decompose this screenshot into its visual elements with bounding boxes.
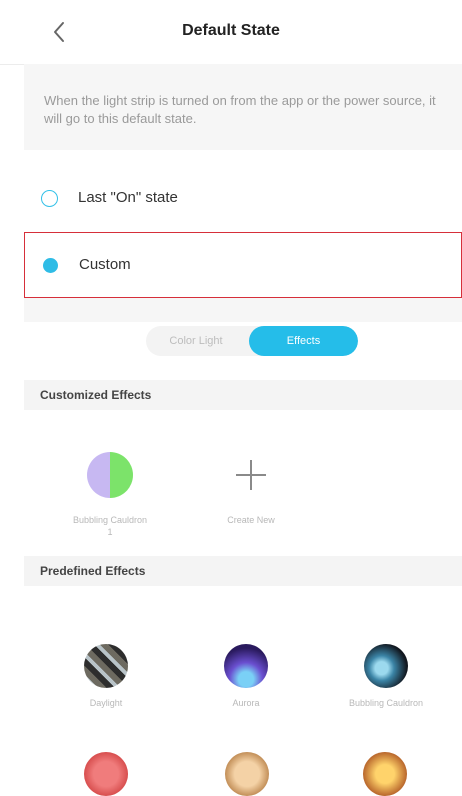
divider-band: [24, 298, 462, 322]
effect-label: Bubbling Cauldron 1: [72, 515, 148, 537]
radio-selected-icon[interactable]: [43, 258, 58, 273]
default-state-screen: Default State When the light strip is tu…: [0, 0, 462, 796]
description-panel: When the light strip is turned on from t…: [24, 64, 462, 150]
daylight-icon: [84, 644, 128, 688]
effect-label: Aurora: [232, 698, 260, 708]
predefined-effect-aurora[interactable]: Aurora: [186, 644, 306, 708]
option-last-on-state[interactable]: Last "On" state: [24, 166, 462, 233]
bubbling-cauldron-icon: [364, 644, 408, 688]
predefined-effects-header: Predefined Effects: [24, 556, 462, 586]
page-title: Default State: [182, 22, 280, 39]
description-text: When the light strip is turned on from t…: [44, 93, 436, 126]
predefined-effect-daylight[interactable]: Daylight: [46, 644, 166, 708]
header-bar: Default State: [0, 0, 462, 65]
predefined-effect-partial-2[interactable]: [225, 752, 269, 796]
custom-effect-bubbling-cauldron-1[interactable]: Bubbling Cauldron 1: [72, 452, 148, 538]
effect-type-segmented-control[interactable]: Color Light Effects: [146, 326, 358, 356]
option-label: Custom: [79, 256, 131, 273]
predefined-effect-partial-1[interactable]: [84, 752, 128, 796]
effect-label: Create New: [227, 515, 275, 525]
segment-effects[interactable]: Effects: [249, 326, 358, 356]
option-custom[interactable]: Custom: [24, 232, 462, 298]
aurora-icon: [224, 644, 268, 688]
create-new-effect-button[interactable]: Create New: [208, 452, 294, 526]
segment-color-light[interactable]: Color Light: [146, 326, 246, 356]
effect-label: Daylight: [89, 698, 123, 708]
half-color-circle-icon: [87, 452, 133, 498]
section-title: Customized Effects: [40, 388, 152, 402]
effect-label: Bubbling Cauldron: [348, 698, 424, 708]
predefined-effect-partial-3[interactable]: [363, 752, 407, 796]
radio-unselected-icon[interactable]: [41, 190, 58, 207]
option-label: Last "On" state: [78, 189, 178, 206]
plus-icon: [228, 452, 274, 498]
predefined-effect-bubbling-cauldron[interactable]: Bubbling Cauldron: [326, 644, 446, 708]
section-title: Predefined Effects: [40, 564, 146, 578]
customized-effects-header: Customized Effects: [24, 380, 462, 410]
